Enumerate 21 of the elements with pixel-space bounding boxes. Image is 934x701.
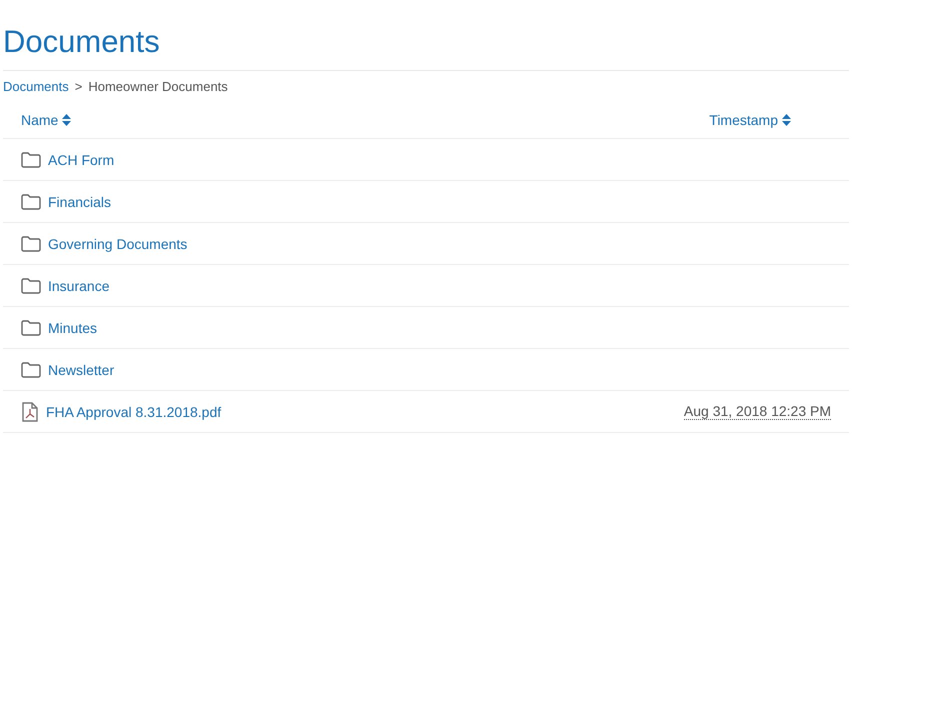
folder-link[interactable]: ACH Form — [48, 152, 114, 168]
file-link[interactable]: FHA Approval 8.31.2018.pdf — [46, 404, 222, 420]
page-title: Documents — [3, 0, 849, 71]
folder-icon — [21, 320, 41, 336]
folder-icon — [21, 236, 41, 252]
timestamp: Aug 31, 2018 12:23 PM — [684, 404, 831, 420]
column-header[interactable]: Name — [21, 112, 72, 128]
folder-link[interactable]: Minutes — [48, 320, 98, 336]
folder-link[interactable]: Newsletter — [48, 362, 114, 378]
breadcrumb-current: Homeowner Documents — [88, 78, 228, 94]
column-header[interactable]: Timestamp — [709, 112, 791, 128]
folder-link[interactable]: Financials — [48, 194, 112, 210]
folder-icon — [21, 194, 41, 210]
folder-icon — [21, 278, 41, 294]
folder-icon — [21, 152, 41, 168]
folder-icon — [21, 362, 41, 378]
folder-link[interactable]: Insurance — [48, 278, 110, 294]
folder-link[interactable]: Governing Documents — [48, 236, 188, 252]
breadcrumb-separator: > — [74, 78, 82, 94]
breadcrumb-link[interactable]: Documents — [3, 78, 69, 94]
pdf-file-icon — [21, 402, 39, 422]
